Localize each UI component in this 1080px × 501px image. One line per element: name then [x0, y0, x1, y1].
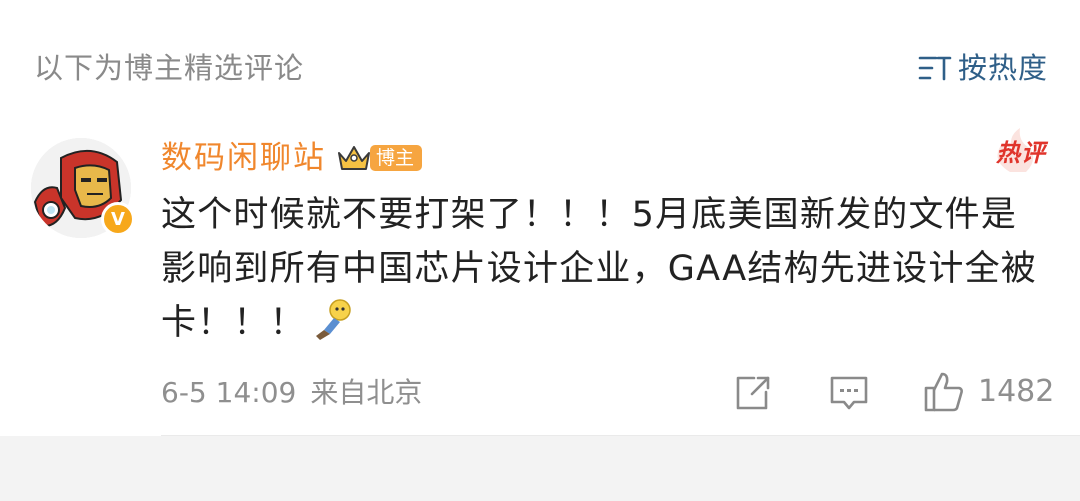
share-icon [736, 376, 770, 410]
sort-by-hot-button[interactable]: 按热度 [918, 48, 1048, 88]
comment-date: 6-5 14:09 [161, 376, 297, 409]
sort-icon [918, 56, 952, 81]
section-label: 以下为博主精选评论 [34, 51, 305, 85]
like-count: 1482 [978, 374, 1055, 409]
footer-gap [0, 436, 1080, 501]
share-button[interactable] [730, 368, 774, 416]
comment-text: 这个时候就不要打架了！！！5月底美国新发的文件是影响到所有中国芯片设计企业，GA… [161, 188, 1051, 350]
doge-emoji-icon [315, 299, 351, 340]
comment-body: 这个时候就不要打架了！！！5月底美国新发的文件是影响到所有中国芯片设计企业，GA… [161, 195, 1037, 343]
like-button[interactable]: 1482 [922, 368, 1054, 416]
avatar[interactable]: V [31, 138, 135, 238]
reply-button[interactable] [826, 368, 872, 416]
crown-icon [338, 146, 370, 170]
sort-label: 按热度 [957, 51, 1048, 85]
hot-comment-label: 热评 [996, 139, 1046, 167]
blogger-badge: 博主 [370, 145, 423, 171]
thumbs-up-icon [924, 372, 963, 412]
username[interactable]: 数码闲聊站 [161, 136, 326, 180]
verified-badge-icon: V [101, 202, 135, 236]
comment-source: 来自北京 [310, 376, 423, 409]
hot-comment-badge: 热评 [980, 126, 1046, 176]
comment-icon [830, 376, 868, 410]
